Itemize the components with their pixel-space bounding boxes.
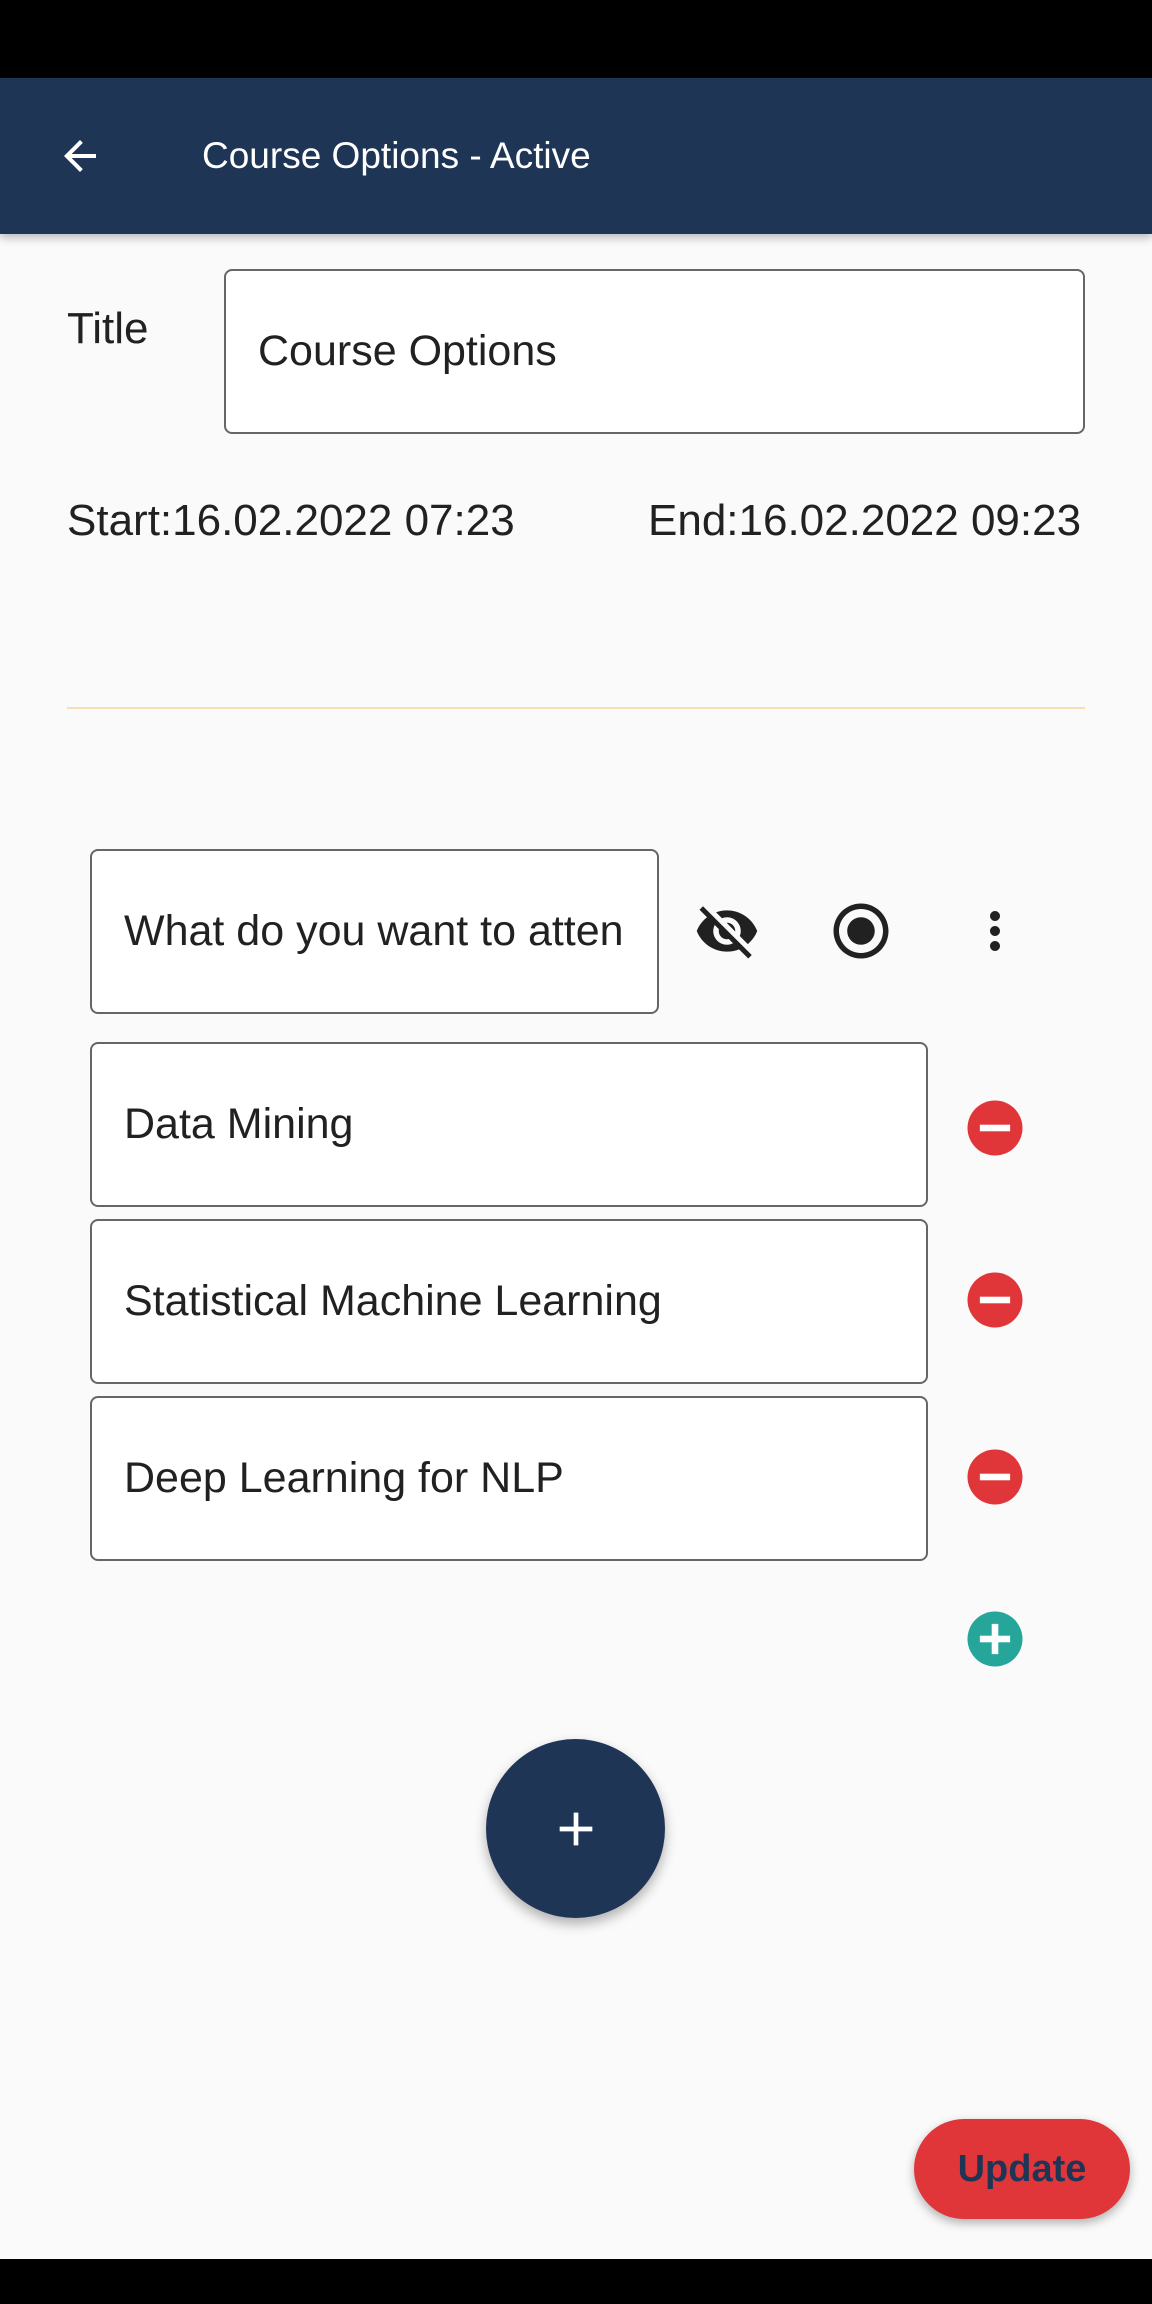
- option-input-3[interactable]: Deep Learning for NLP: [90, 1396, 928, 1561]
- option-input-value: Deep Learning for NLP: [124, 1454, 564, 1502]
- add-option-button[interactable]: [960, 1604, 1030, 1674]
- eye-off-icon: [696, 906, 758, 959]
- remove-option-button-1[interactable]: [960, 1093, 1030, 1163]
- remove-circle-icon: [967, 1100, 1023, 1156]
- remove-option-button-3[interactable]: [960, 1442, 1030, 1512]
- section-divider: [67, 707, 1085, 709]
- add-circle-icon: [967, 1611, 1023, 1667]
- question-input-value: What do you want to atten: [124, 907, 624, 955]
- end-datetime[interactable]: End:16.02.2022 09:23: [648, 496, 1081, 546]
- remove-option-button-2[interactable]: [960, 1265, 1030, 1335]
- option-input-value: Statistical Machine Learning: [124, 1277, 662, 1325]
- question-type-button[interactable]: [820, 890, 902, 972]
- option-input-2[interactable]: Statistical Machine Learning: [90, 1219, 928, 1384]
- start-datetime[interactable]: Start:16.02.2022 07:23: [67, 496, 515, 546]
- app-bar: Course Options - Active: [0, 78, 1152, 234]
- option-input-1[interactable]: Data Mining: [90, 1042, 928, 1207]
- page-title: Course Options - Active: [202, 135, 591, 176]
- visibility-toggle-button[interactable]: [686, 890, 768, 972]
- remove-circle-icon: [967, 1449, 1023, 1505]
- title-input[interactable]: Course Options: [224, 269, 1085, 434]
- radio-button-checked-icon: [833, 903, 889, 959]
- arrow-left-icon: [64, 140, 96, 172]
- navigation-bar: [0, 2259, 1152, 2304]
- status-bar: [0, 0, 1152, 78]
- remove-circle-icon: [967, 1272, 1023, 1328]
- title-input-value: Course Options: [258, 327, 557, 375]
- add-question-fab[interactable]: [486, 1739, 665, 1918]
- title-label: Title: [67, 304, 149, 353]
- option-input-value: Data Mining: [124, 1100, 354, 1148]
- back-button[interactable]: [40, 116, 120, 196]
- more-vert-icon: [990, 911, 1000, 951]
- plus-icon: [559, 1812, 592, 1845]
- update-button[interactable]: Update: [914, 2119, 1130, 2219]
- question-input[interactable]: What do you want to atten: [90, 849, 659, 1014]
- more-options-button[interactable]: [954, 890, 1036, 972]
